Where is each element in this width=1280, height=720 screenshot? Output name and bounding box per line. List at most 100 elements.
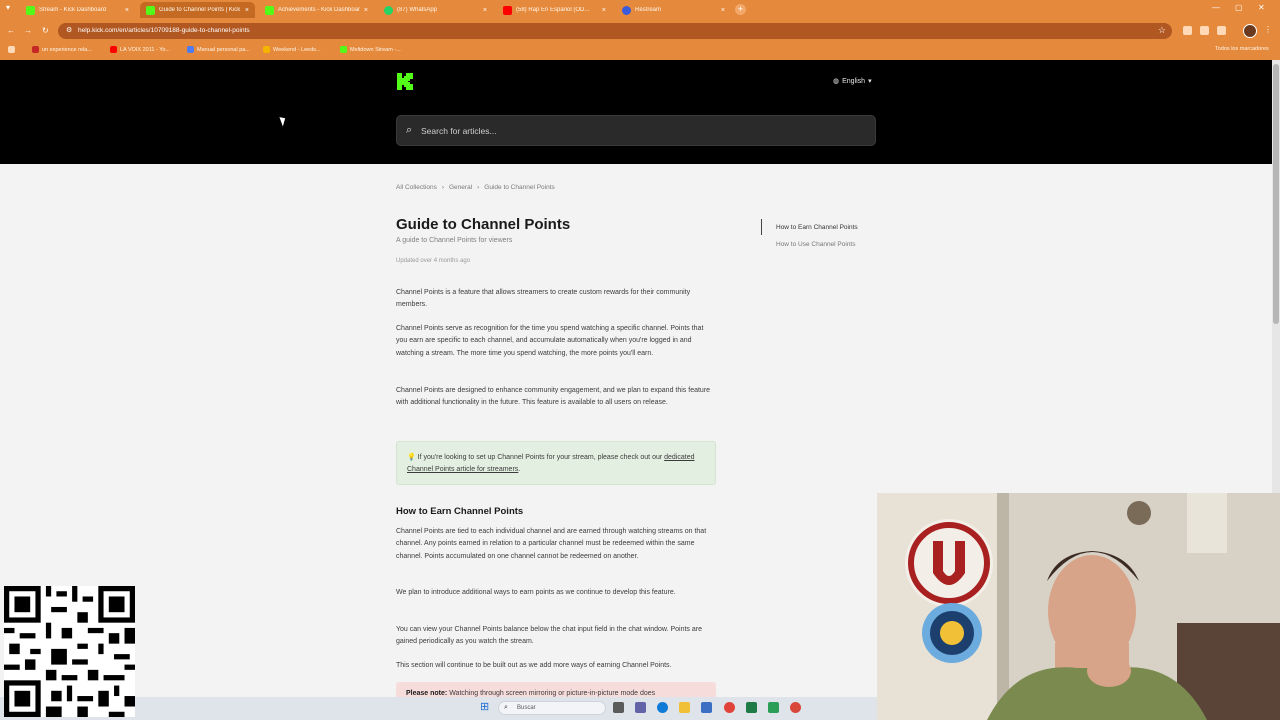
bookmark-label: Manual personal pa... <box>197 46 250 53</box>
edge-icon[interactable] <box>657 702 668 713</box>
profile-avatar[interactable] <box>1243 24 1257 38</box>
note-text: Watching through screen mirroring or pic… <box>449 690 656 697</box>
bookmark-item[interactable]: Manual personal pa... <box>187 46 250 53</box>
youtube-favicon-icon <box>503 5 512 15</box>
close-tab-icon[interactable]: × <box>602 7 606 14</box>
browser-tab[interactable]: (87) WhatsApp × <box>378 2 493 18</box>
toc-item-use[interactable]: How to Use Channel Points <box>776 241 856 248</box>
article-updated: Updated over 4 months ago <box>396 258 471 264</box>
bookmark-star-icon[interactable]: ☆ <box>1158 25 1166 36</box>
chevron-right-icon: › <box>477 184 480 191</box>
webcam-overlay <box>877 493 1280 720</box>
forward-icon[interactable]: → <box>24 26 32 35</box>
xbox-icon[interactable] <box>768 702 779 713</box>
breadcrumb-all-collections[interactable]: All Collections <box>396 184 437 191</box>
bookmark-item[interactable]: un experience rela... <box>32 46 92 53</box>
search-placeholder: Search for articles... <box>421 126 497 136</box>
callout-text: 💡 If you're looking to set up Channel Po… <box>407 454 663 461</box>
tab-title: Achievements - Kick Dashboard <box>278 7 360 13</box>
menu-kebab-icon[interactable]: ⋮ <box>1264 25 1272 34</box>
close-tab-icon[interactable]: × <box>721 7 725 14</box>
calculator-icon[interactable] <box>701 702 712 713</box>
file-explorer-icon[interactable] <box>679 702 690 713</box>
tab-title: Guide to Channel Points | Kick <box>159 7 241 13</box>
browser-tab[interactable]: (58) Rap En Español (OD... × <box>497 2 612 18</box>
bookmark-label: Meltdown Stream -... <box>350 46 401 53</box>
tab-title: (87) WhatsApp <box>397 7 438 13</box>
close-tab-icon[interactable]: × <box>364 7 368 14</box>
reload-icon[interactable]: ↻ <box>42 26 49 35</box>
task-view-icon[interactable] <box>613 702 624 713</box>
address-bar[interactable]: ⚙ help.kick.com/en/articles/10709188-gui… <box>58 23 1172 39</box>
docs-favicon-icon <box>187 46 194 53</box>
chrome-profile-icon[interactable] <box>790 702 801 713</box>
maximize-icon[interactable]: ▢ <box>1235 3 1243 12</box>
taskbar-search[interactable]: ⌕ Buscar <box>498 701 606 715</box>
bookmark-favicon-icon <box>263 46 270 53</box>
bookmark-item[interactable]: Weekend - Leeds... <box>263 46 321 53</box>
all-bookmarks-button[interactable]: Todos los marcadores <box>1215 46 1269 52</box>
kick-logo-icon[interactable] <box>397 73 413 90</box>
webcam-feed-image <box>877 493 1280 720</box>
toc-item-earn[interactable]: How to Earn Channel Points <box>776 224 858 231</box>
close-window-icon[interactable]: ✕ <box>1258 3 1265 12</box>
whatsapp-favicon-icon <box>384 5 393 15</box>
site-info-icon[interactable]: ⚙ <box>66 26 72 34</box>
paragraph: Channel Points are designed to enhance c… <box>396 387 711 407</box>
youtube-favicon-icon <box>110 46 117 53</box>
paragraph: Channel Points are tied to each individu… <box>396 528 707 560</box>
close-tab-icon[interactable]: × <box>125 7 129 14</box>
tab-title: (58) Rap En Español (OD... <box>516 7 590 13</box>
callout-box: 💡 If you're looking to set up Channel Po… <box>396 441 716 485</box>
article-subtitle: A guide to Channel Points for viewers <box>396 237 513 244</box>
bookmark-label: LA VOIX 2011 - Yo... <box>120 46 171 53</box>
browser-tab[interactable]: Achievements - Kick Dashboard × <box>259 2 374 18</box>
breadcrumb-current: Guide to Channel Points <box>484 184 555 191</box>
tab-search-icon[interactable]: ▾ <box>6 3 10 12</box>
restream-favicon-icon <box>622 5 631 15</box>
bookmark-item[interactable]: Meltdown Stream -... <box>340 46 401 53</box>
chrome-icon[interactable] <box>724 702 735 713</box>
help-center-header <box>0 60 1272 164</box>
paragraph: We plan to introduce additional ways to … <box>396 589 676 596</box>
close-tab-icon[interactable]: × <box>483 7 487 14</box>
excel-icon[interactable] <box>746 702 757 713</box>
search-icon: ⌕ <box>406 124 413 136</box>
scrollbar-thumb[interactable] <box>1273 64 1279 324</box>
search-icon: ⌕ <box>504 704 508 711</box>
qr-code-overlay <box>4 586 135 717</box>
paragraph: Channel Points is a feature that allows … <box>396 289 691 309</box>
downloads-icon[interactable] <box>1217 26 1226 35</box>
kick-favicon-icon <box>265 5 274 15</box>
tab-title: Stream - Kick Dashboard <box>39 7 107 13</box>
taskbar-search-label: Buscar <box>517 705 536 711</box>
chevron-right-icon: › <box>441 184 444 191</box>
callout-suffix: . <box>518 466 521 474</box>
article-title: Guide to Channel Points <box>396 216 571 233</box>
apps-grid-icon[interactable] <box>8 46 15 53</box>
windows-start-icon[interactable]: ⊞ <box>480 702 491 713</box>
kick-favicon-icon <box>146 5 155 15</box>
extensions-puzzle-icon[interactable] <box>1200 26 1209 35</box>
browser-tab[interactable]: Stream - Kick Dashboard × <box>20 2 135 18</box>
back-icon[interactable]: ← <box>7 26 15 35</box>
bookmark-label: Weekend - Leeds... <box>273 46 321 53</box>
search-input[interactable]: ⌕ Search for articles... <box>396 115 876 146</box>
browser-tab-active[interactable]: Guide to Channel Points | Kick × <box>140 2 255 18</box>
close-tab-icon[interactable]: × <box>245 7 249 14</box>
kick-favicon-icon <box>340 46 347 53</box>
breadcrumb-general[interactable]: General <box>449 184 472 191</box>
minimize-icon[interactable]: — <box>1212 3 1220 12</box>
extension-icon[interactable] <box>1183 26 1192 35</box>
tab-title: Restream <box>635 7 662 13</box>
all-bookmarks-label: Todos los marcadores <box>1215 46 1269 52</box>
globe-icon: ◍ <box>833 78 840 85</box>
new-tab-button[interactable]: + <box>735 4 746 15</box>
bookmark-favicon-icon <box>32 46 39 53</box>
browser-tab[interactable]: Restream × <box>616 2 731 18</box>
language-selector[interactable]: ◍ English ▾ <box>833 77 872 86</box>
language-label: English <box>842 77 866 85</box>
teams-icon[interactable] <box>635 702 646 713</box>
bookmark-item[interactable]: LA VOIX 2011 - Yo... <box>110 46 170 53</box>
section-heading-earn: How to Earn Channel Points <box>396 506 524 517</box>
